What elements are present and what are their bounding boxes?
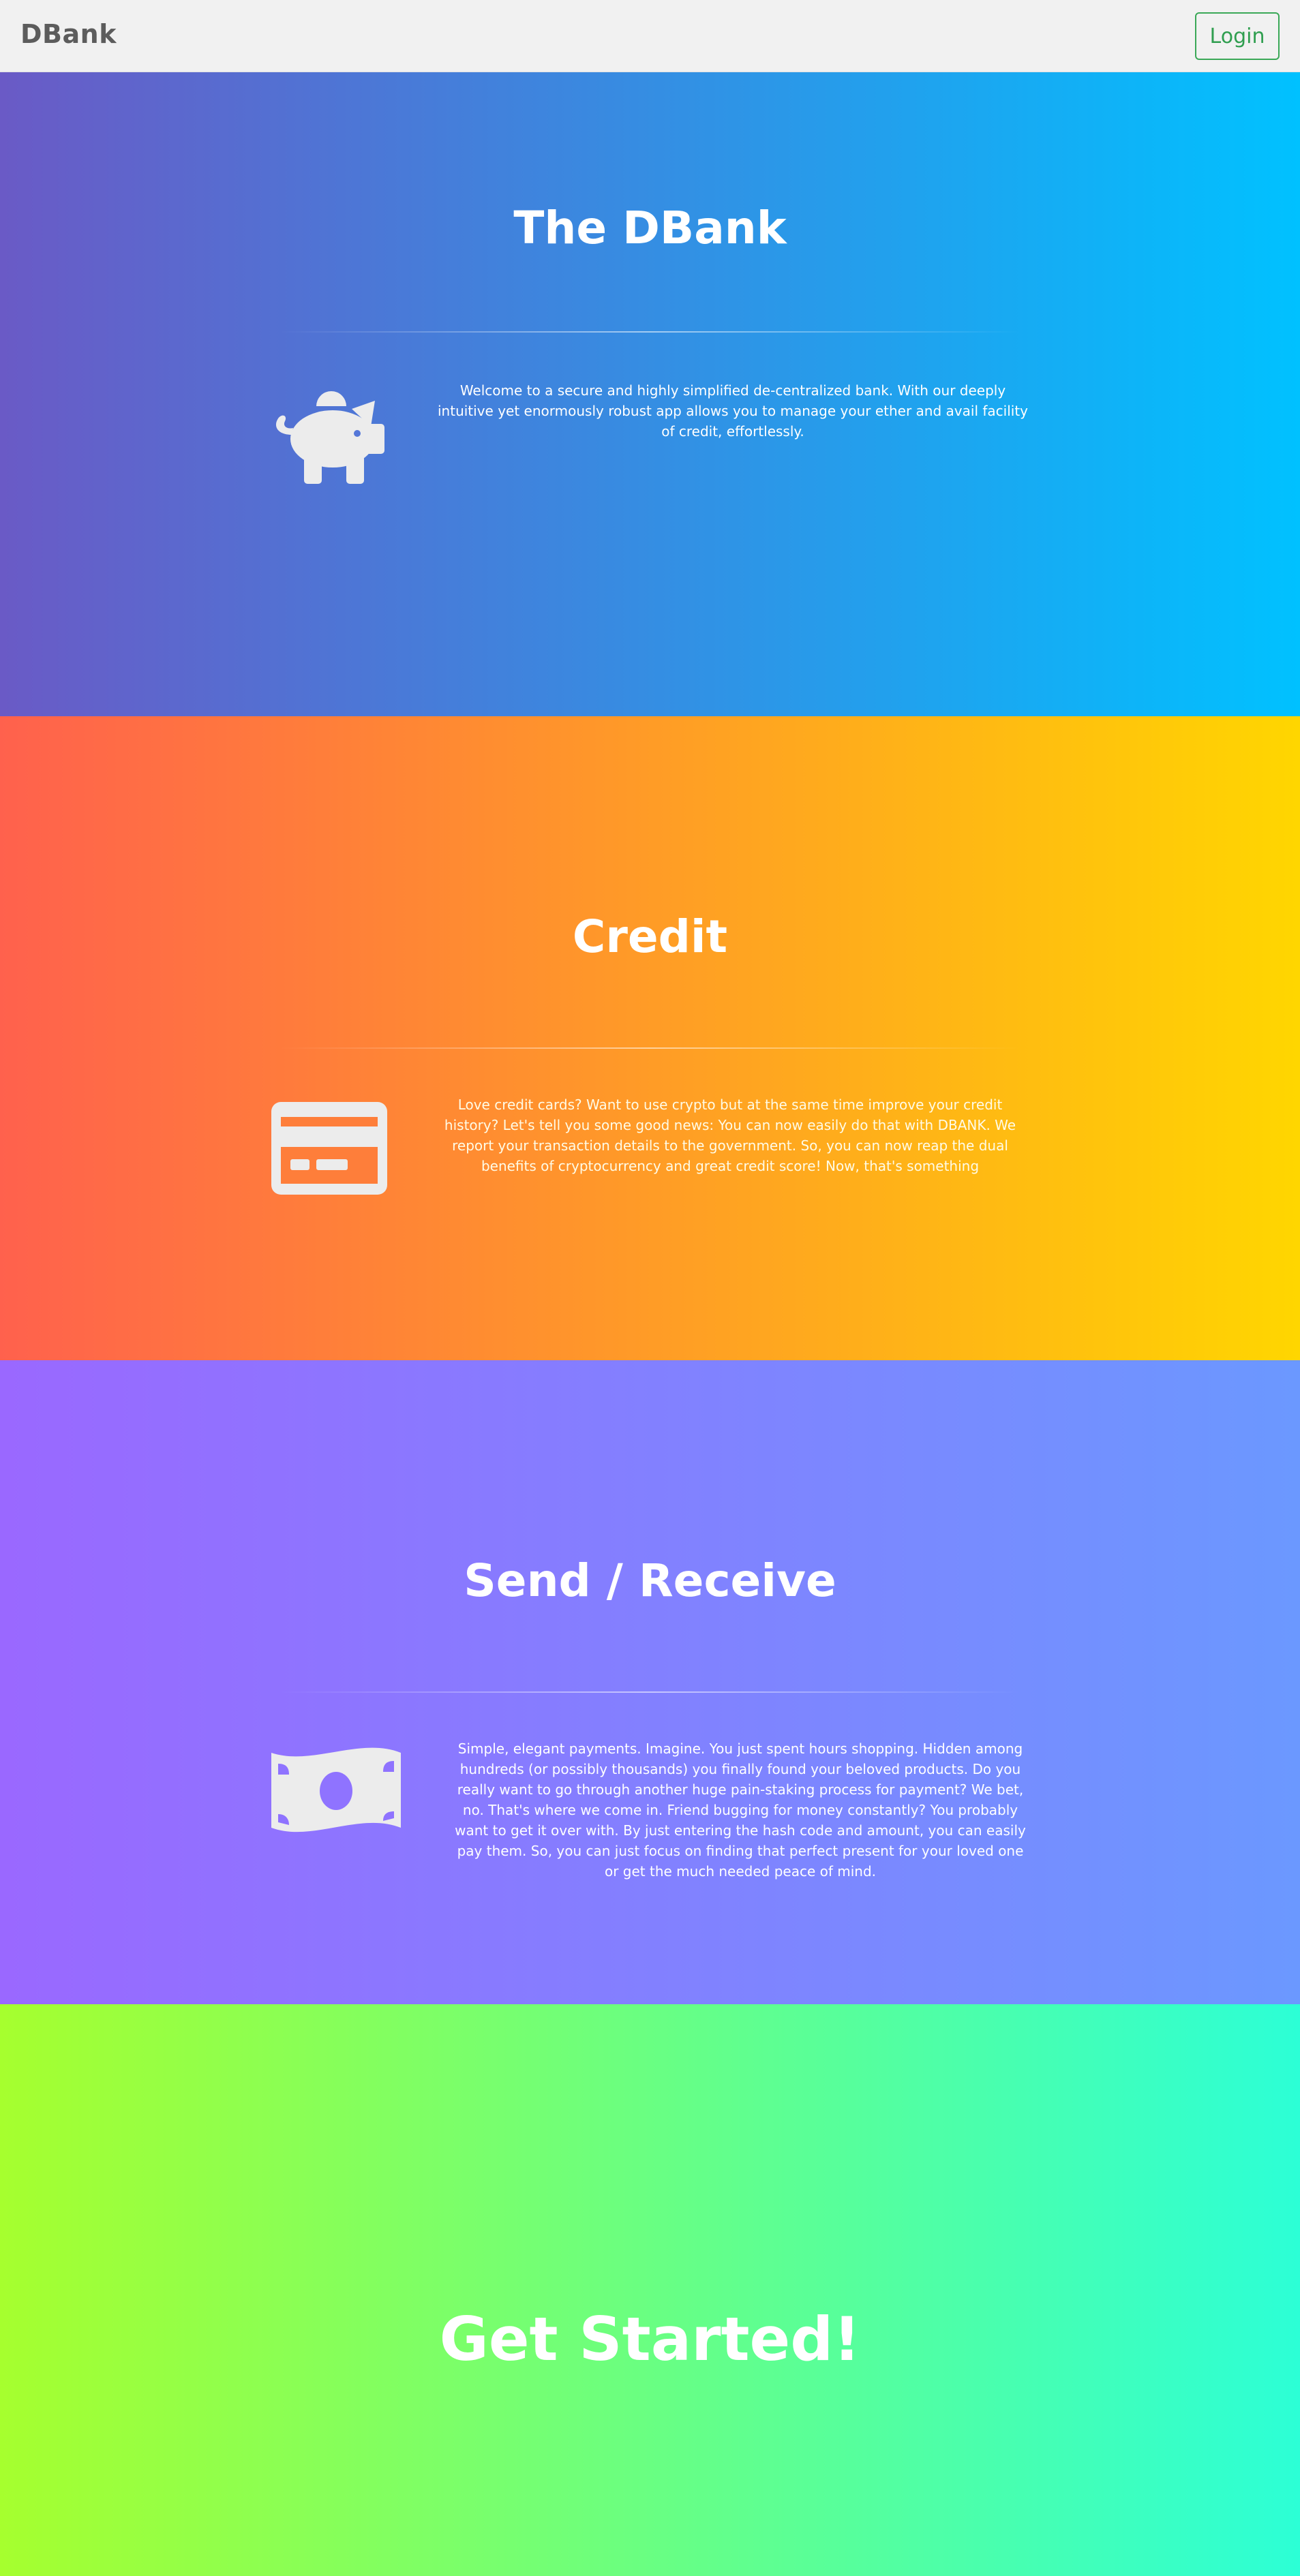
section-title-credit: Credit <box>572 910 728 963</box>
section-send: Send / Receive Simple, elegant payments.… <box>0 1360 1300 2004</box>
section-title-send: Send / Receive <box>464 1554 836 1607</box>
section-text-home: Welcome to a secure and highly simplifie… <box>438 382 1028 440</box>
money-bill-icon <box>271 1746 401 1841</box>
get-started-title[interactable]: Get Started! <box>0 2304 1300 2374</box>
piggy-bank-icon <box>271 379 389 491</box>
section-home: The DBank Welcome to a secure and highly <box>0 72 1300 716</box>
section-title-home: The DBank <box>513 202 787 254</box>
navbar: DBank Login <box>0 0 1300 72</box>
brand-logo[interactable]: DBank <box>20 19 117 49</box>
section-divider <box>279 1047 1021 1049</box>
section-text-send: Simple, elegant payments. Imagine. You j… <box>455 1741 1026 1880</box>
section-divider <box>279 1691 1021 1693</box>
credit-card-icon <box>271 1102 387 1197</box>
login-button[interactable]: Login <box>1195 12 1280 60</box>
section-credit: Credit Love credit cards? Want to use cr… <box>0 716 1300 1360</box>
section-get-started: Get Started! <box>0 2004 1300 2576</box>
section-text-credit: Love credit cards? Want to use crypto bu… <box>444 1097 1016 1174</box>
section-divider <box>279 331 1021 333</box>
